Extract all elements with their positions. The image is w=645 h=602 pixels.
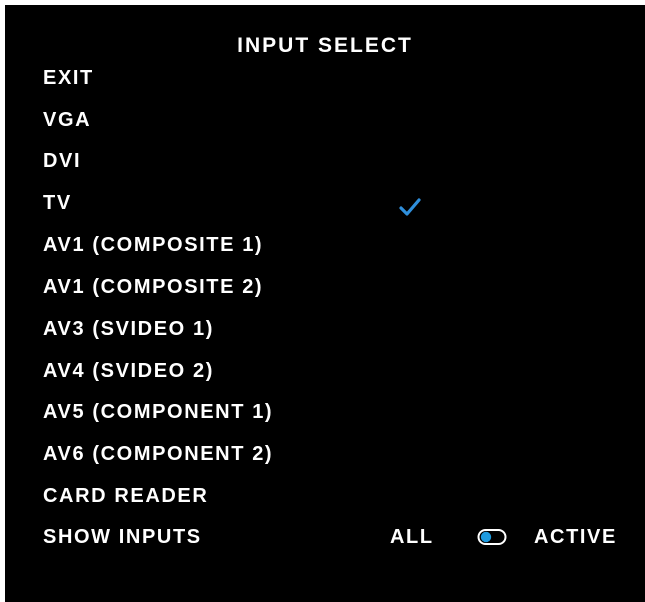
menu-item-av5-component-1[interactable]: AV5 (COMPONENT 1) — [43, 399, 273, 425]
checkmark-icon — [399, 198, 421, 216]
menu-item-vga[interactable]: VGA — [43, 107, 91, 133]
menu-item-av6-component-2[interactable]: AV6 (COMPONENT 2) — [43, 441, 273, 467]
toggle-icon[interactable] — [477, 528, 507, 546]
menu-item-card-reader[interactable]: CARD READER — [43, 483, 208, 509]
menu-item-av1-composite-1[interactable]: AV1 (COMPOSITE 1) — [43, 232, 263, 258]
show-inputs-label: SHOW INPUTS — [43, 526, 202, 548]
menu-item-av1-composite-2[interactable]: AV1 (COMPOSITE 2) — [43, 274, 263, 300]
osd-menu-panel: INPUT SELECT EXIT VGA DVI TV AV1 (COMPOS… — [5, 5, 645, 602]
menu-item-av4-svideo-2[interactable]: AV4 (SVIDEO 2) — [43, 358, 214, 384]
menu-title: INPUT SELECT — [237, 34, 413, 57]
show-inputs-option-all[interactable]: ALL — [390, 524, 434, 550]
menu-item-tv[interactable]: TV — [43, 190, 72, 216]
show-inputs-option-active[interactable]: ACTIVE — [534, 524, 617, 550]
menu-item-av3-svideo-1[interactable]: AV3 (SVIDEO 1) — [43, 316, 214, 342]
menu-item-dvi[interactable]: DVI — [43, 148, 81, 174]
menu-item-exit[interactable]: EXIT — [43, 65, 94, 91]
